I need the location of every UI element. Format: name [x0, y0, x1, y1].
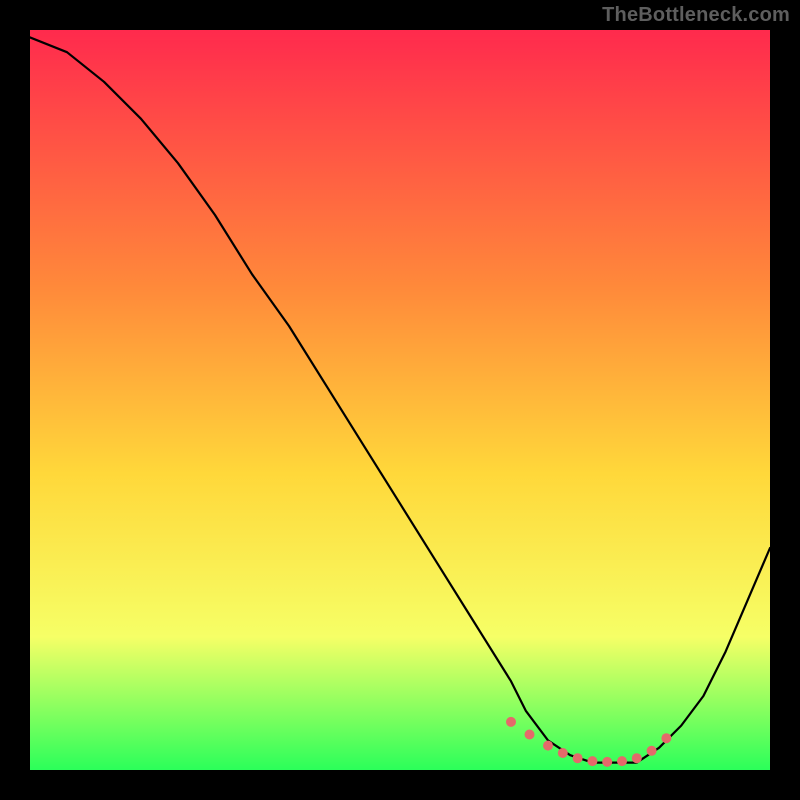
marker-dot [587, 756, 597, 766]
watermark-text: TheBottleneck.com [602, 4, 790, 27]
marker-dot [525, 730, 535, 740]
chart-frame: { "watermark": "TheBottleneck.com", "col… [0, 0, 800, 800]
marker-dot [506, 717, 516, 727]
marker-dot [573, 753, 583, 763]
gradient-plot-area [30, 30, 770, 770]
marker-dot [558, 748, 568, 758]
marker-dot [661, 733, 671, 743]
marker-dot [647, 746, 657, 756]
marker-dot [617, 756, 627, 766]
bottleneck-chart [30, 30, 770, 770]
marker-dot [602, 757, 612, 767]
marker-dot [632, 753, 642, 763]
marker-dot [543, 741, 553, 751]
